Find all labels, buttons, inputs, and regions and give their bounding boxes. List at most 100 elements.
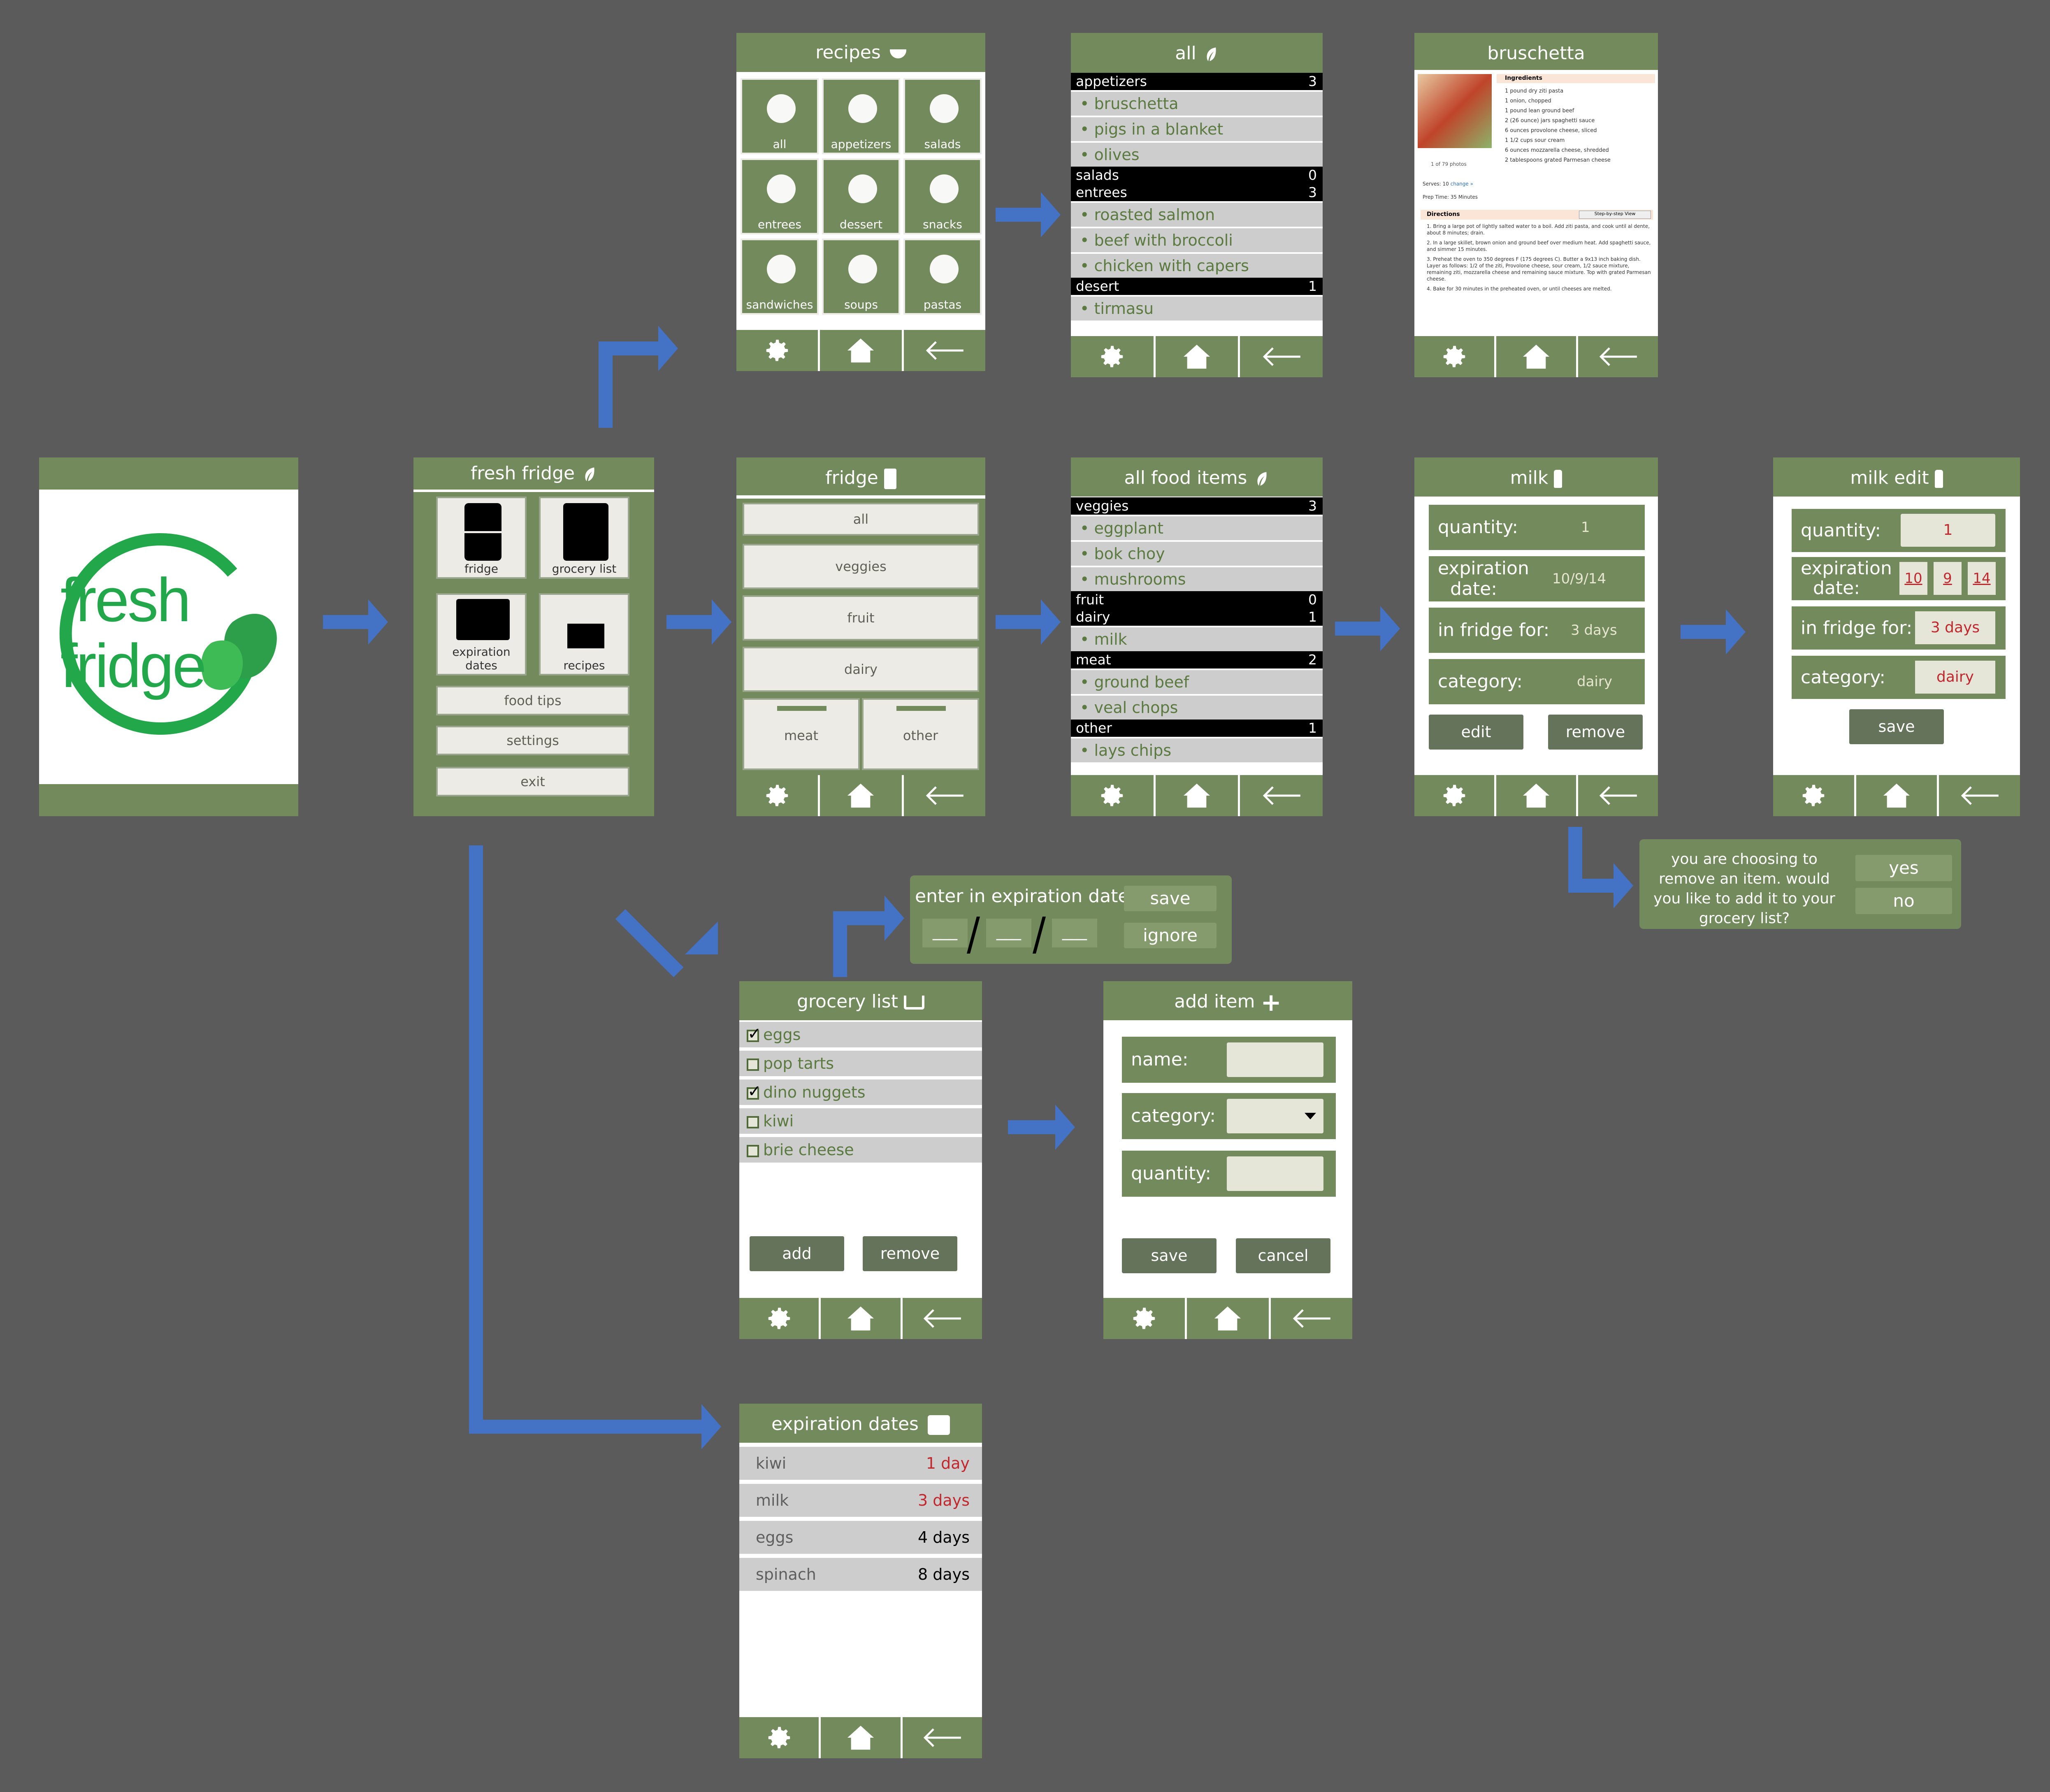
grocery-item[interactable]: ✓ dino nuggets: [739, 1078, 982, 1105]
exp-save-button[interactable]: save: [1124, 886, 1217, 911]
home-nav-button[interactable]: [1153, 336, 1238, 377]
back-nav-button[interactable]: [900, 1717, 982, 1758]
settings-nav-button[interactable]: [1414, 336, 1494, 377]
grocery-item[interactable]: kiwi: [739, 1107, 982, 1134]
home-nav-button[interactable]: [1185, 1298, 1268, 1339]
recipe-list-item[interactable]: • bruschetta: [1071, 90, 1323, 116]
home-tile-fridge[interactable]: fridge: [436, 497, 527, 579]
save-button[interactable]: save: [1849, 709, 1944, 744]
settings-nav-button[interactable]: [1103, 1298, 1185, 1339]
home-nav-button[interactable]: [1494, 775, 1576, 816]
expiration-item[interactable]: spinach 8 days: [739, 1558, 982, 1591]
recipe-list-item[interactable]: • olives: [1071, 141, 1323, 167]
recipe-list-item[interactable]: • roasted salmon: [1071, 201, 1323, 227]
exp-year-input[interactable]: 14: [1968, 562, 1996, 595]
fridge-meat-drawer[interactable]: meat: [743, 698, 860, 770]
grocery-item[interactable]: ✓ eggs: [739, 1020, 982, 1047]
home-tile-expiration[interactable]: expiration dates: [436, 593, 527, 675]
quantity-input[interactable]: 1: [1901, 514, 1995, 547]
step-view-button[interactable]: Step-by-step View: [1579, 211, 1651, 219]
recipe-list-item[interactable]: • pigs in a blanket: [1071, 116, 1323, 141]
checkbox-icon[interactable]: [747, 1058, 759, 1071]
exp-day-blank[interactable]: ___: [986, 919, 1031, 947]
settings-nav-button[interactable]: [736, 775, 818, 816]
home-nav-button[interactable]: [1153, 775, 1238, 816]
home-nav-button[interactable]: [818, 330, 901, 371]
food-tips-button[interactable]: food tips: [436, 686, 629, 715]
recipe-tile-soups[interactable]: soups: [822, 239, 900, 315]
recipe-tile-sandwiches[interactable]: sandwiches: [741, 239, 819, 315]
recipe-tile-salads[interactable]: salads: [903, 78, 982, 154]
name-input[interactable]: [1227, 1042, 1323, 1077]
yes-button[interactable]: yes: [1855, 855, 1952, 881]
grocery-item[interactable]: brie cheese: [739, 1135, 982, 1163]
save-button[interactable]: save: [1122, 1238, 1217, 1273]
back-nav-button[interactable]: [900, 1298, 982, 1339]
expiration-item[interactable]: kiwi 1 day: [739, 1447, 982, 1480]
settings-nav-button[interactable]: [1414, 775, 1494, 816]
settings-button[interactable]: settings: [436, 726, 629, 755]
fridge-duration-input[interactable]: 3 days: [1915, 611, 1995, 644]
back-nav-button[interactable]: [1576, 775, 1658, 816]
food-list-item[interactable]: • ground beef: [1071, 669, 1323, 694]
remove-button[interactable]: remove: [863, 1236, 957, 1271]
exp-month-input[interactable]: 10: [1899, 562, 1927, 595]
back-nav-button[interactable]: [1268, 1298, 1352, 1339]
exp-month-blank[interactable]: ___: [922, 919, 968, 947]
fridge-other-drawer[interactable]: other: [862, 698, 979, 770]
checked-box-icon[interactable]: ✓: [747, 1083, 761, 1100]
checkbox-icon[interactable]: [747, 1116, 759, 1128]
back-nav-button[interactable]: [1238, 775, 1323, 816]
cancel-button[interactable]: cancel: [1236, 1238, 1330, 1273]
food-list-item[interactable]: • bok choy: [1071, 540, 1323, 566]
category-input[interactable]: dairy: [1915, 661, 1995, 694]
add-button[interactable]: add: [750, 1236, 844, 1271]
fridge-fruit-button[interactable]: fruit: [743, 595, 979, 641]
recipe-tile-appetizers[interactable]: appetizers: [822, 78, 900, 154]
category-select[interactable]: [1227, 1099, 1323, 1133]
checked-box-icon[interactable]: ✓: [747, 1026, 761, 1042]
back-nav-button[interactable]: [1238, 336, 1323, 377]
settings-nav-button[interactable]: [1071, 336, 1154, 377]
exit-button[interactable]: exit: [436, 767, 629, 796]
exp-year-blank[interactable]: ___: [1052, 919, 1097, 947]
recipe-tile-entrees[interactable]: entrees: [741, 158, 819, 234]
exp-ignore-button[interactable]: ignore: [1124, 923, 1217, 948]
remove-button[interactable]: remove: [1548, 715, 1643, 750]
recipe-tile-pastas[interactable]: pastas: [903, 239, 982, 315]
food-list-item[interactable]: • milk: [1071, 626, 1323, 651]
recipe-tile-all[interactable]: all: [741, 78, 819, 154]
fridge-all-button[interactable]: all: [743, 503, 979, 536]
food-list-item[interactable]: • lays chips: [1071, 737, 1323, 762]
settings-nav-button[interactable]: [739, 1298, 819, 1339]
home-nav-button[interactable]: [819, 1717, 900, 1758]
fridge-veggies-button[interactable]: veggies: [743, 544, 979, 589]
exp-day-input[interactable]: 9: [1934, 562, 1962, 595]
food-list-item[interactable]: • eggplant: [1071, 515, 1323, 540]
checkbox-icon[interactable]: [747, 1144, 759, 1157]
settings-nav-button[interactable]: [736, 330, 818, 371]
food-list-item[interactable]: • veal chops: [1071, 694, 1323, 720]
home-nav-button[interactable]: [1494, 336, 1576, 377]
recipe-list-item[interactable]: • beef with broccoli: [1071, 227, 1323, 252]
recipe-list-item[interactable]: • tirmasu: [1071, 295, 1323, 320]
back-nav-button[interactable]: [901, 775, 985, 816]
back-nav-button[interactable]: [1937, 775, 2020, 816]
edit-button[interactable]: edit: [1429, 715, 1523, 750]
settings-nav-button[interactable]: [739, 1717, 819, 1758]
recipe-list-item[interactable]: • chicken with capers: [1071, 252, 1323, 278]
settings-nav-button[interactable]: [1071, 775, 1154, 816]
food-list-item[interactable]: • mushrooms: [1071, 566, 1323, 591]
recipe-tile-snacks[interactable]: snacks: [903, 158, 982, 234]
home-nav-button[interactable]: [819, 1298, 900, 1339]
expiration-item[interactable]: milk 3 days: [739, 1484, 982, 1517]
quantity-input[interactable]: [1227, 1156, 1323, 1191]
home-nav-button[interactable]: [818, 775, 901, 816]
fridge-dairy-button[interactable]: dairy: [743, 647, 979, 692]
recipe-tile-dessert[interactable]: dessert: [822, 158, 900, 234]
back-nav-button[interactable]: [1576, 336, 1658, 377]
expiration-item[interactable]: eggs 4 days: [739, 1521, 982, 1554]
home-tile-grocery[interactable]: grocery list: [539, 497, 629, 579]
back-nav-button[interactable]: [901, 330, 985, 371]
no-button[interactable]: no: [1855, 888, 1952, 914]
